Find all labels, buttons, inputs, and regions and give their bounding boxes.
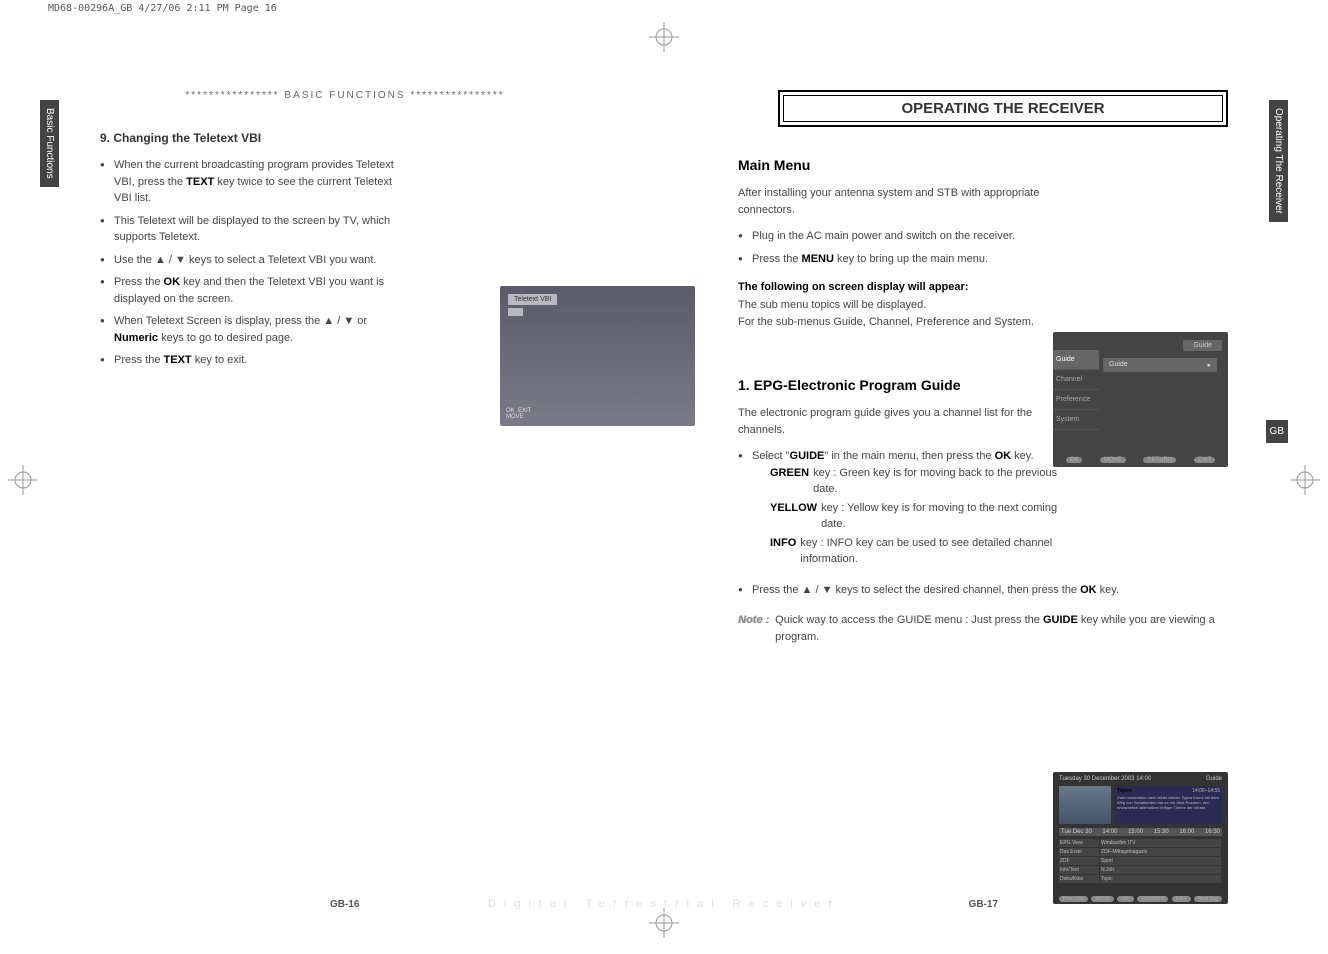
heading-epg: 1. EPG-Electronic Program Guide (738, 377, 1058, 393)
shot3-preview (1059, 786, 1111, 824)
note-line: Note : Quick way to access the GUIDE men… (738, 612, 1228, 645)
heading-teletext: 9. Changing the Teletext VBI (100, 131, 400, 145)
list-item: Press the ▲ / ▼ keys to select the desir… (738, 582, 1228, 599)
registration-mark-icon (8, 465, 38, 495)
after-text: The sub menu topics will be displayed. F… (738, 297, 1058, 330)
time-label: 16:00 (1179, 829, 1194, 835)
key-descriptions: GREEN key : Green key is for moving back… (770, 465, 1058, 568)
key-item: GREEN key : Green key is for moving back… (770, 465, 1058, 498)
shot3-title: Guide (1206, 776, 1222, 782)
grid-row: Doku/KikaTopic (1059, 875, 1222, 883)
title-text: OPERATING THE RECEIVER (901, 100, 1104, 117)
key-item: YELLOW key : Yellow key is for moving to… (770, 500, 1058, 533)
prog-title: Tigers (1117, 788, 1132, 795)
screenshot-teletext: Teletext VBI OK EXIT MOVE (500, 286, 695, 426)
time-label: 14:00 (1102, 829, 1117, 835)
channel-cell: Doku/Kika (1059, 875, 1099, 883)
shot3-info: Tigers 14:00–14:55 Zwei moderation nach … (1115, 786, 1222, 824)
list-item: Press the MENU key to bring up the main … (738, 251, 1058, 268)
list-item: When Teletext Screen is display, press t… (100, 313, 400, 346)
bot-button: Info (1117, 896, 1133, 902)
footer-brand: Digital Terrestrial Receiver (488, 898, 840, 910)
page-num-right: GB-17 (969, 899, 998, 910)
screenshot-epg: Tuesday 30 December 2003 14:00 Guide Tig… (1053, 772, 1228, 904)
epg-bullets-2: Press the ▲ / ▼ keys to select the desir… (738, 582, 1228, 599)
list-item: Press the TEXT key to exit. (100, 352, 400, 369)
shot2-topbar: Guide (1183, 340, 1222, 351)
grid-row: Das ErsteZDF-Mittagsmagazin (1059, 848, 1222, 856)
section-header: **************** BASIC FUNCTIONS *******… (100, 90, 590, 101)
program-cell: Windsurfen ITV (1100, 839, 1221, 847)
shot-banner: Teletext VBI (508, 294, 557, 305)
bot-button: MOVE (1091, 896, 1114, 902)
prog-time: 14:00–14:55 (1192, 788, 1220, 795)
registration-mark-icon (649, 22, 679, 52)
program-cell: Topic (1100, 875, 1221, 883)
intro-epg: The electronic program guide gives you a… (738, 405, 1058, 438)
next-day: Next Day (1194, 896, 1223, 902)
registration-mark-icon (649, 908, 679, 938)
side-tab-right: Operating The Receiver (1269, 100, 1288, 222)
page-num-left: GB-16 (330, 899, 359, 910)
shot3-botbar: Prev. DayMOVEInfo TV/RADIOEXITNext Day (1057, 896, 1224, 902)
bold-line: The following on screen display will app… (738, 281, 1058, 293)
heading-main-menu: Main Menu (738, 157, 1058, 173)
chevron-right-icon: ▸ (1207, 361, 1211, 369)
channel-cell: Info/Text (1059, 866, 1099, 874)
prog-desc: Zwei moderation nach leider wieder Tiger… (1117, 795, 1220, 811)
shot-footer: OK EXIT MOVE (506, 408, 531, 420)
left-page: **************** BASIC FUNCTIONS *******… (60, 70, 630, 900)
epg-bullets: Select "GUIDE" in the main menu, then pr… (738, 448, 1058, 568)
title-box: OPERATING THE RECEIVER (778, 90, 1228, 127)
list-item: Use the ▲ / ▼ keys to select a Teletext … (100, 252, 400, 269)
channel-cell: EPG View (1059, 839, 1099, 847)
teletext-bullets: When the current broadcasting program pr… (100, 157, 400, 369)
shot-subbanner (508, 308, 523, 316)
shot3-date: Tuesday 30 December 2003 14:00 (1059, 776, 1151, 782)
program-cell: ZDF-Mittagsmagazin (1100, 848, 1221, 856)
shot3-grid: EPG ViewWindsurfen ITVDas ErsteZDF-Mitta… (1059, 839, 1222, 890)
list-item: Select "GUIDE" in the main menu, then pr… (738, 448, 1058, 568)
bot-button: TV/RADIO (1137, 896, 1169, 902)
key-item: INFO key : INFO key can be used to see d… (770, 535, 1058, 568)
grid-row: ZDFSport (1059, 857, 1222, 865)
list-item: This Teletext will be displayed to the s… (100, 213, 400, 246)
side-tab-left: Basic Functions (40, 100, 59, 187)
program-cell: N.Joh (1100, 866, 1221, 874)
list-item: When the current broadcasting program pr… (100, 157, 400, 207)
list-item: Press the OK key and then the Teletext V… (100, 274, 400, 307)
shot3-daterow: Tue Dec 30 14:00 15:00 15:30 16:00 16:30 (1059, 828, 1222, 836)
registration-mark-icon (1290, 465, 1320, 495)
shot2-row-label: Guide (1109, 361, 1128, 369)
grid-row: EPG ViewWindsurfen ITV (1059, 839, 1222, 847)
time-label: 15:00 (1128, 829, 1143, 835)
shot2-row: Guide ▸ (1103, 358, 1217, 372)
channel-cell: ZDF (1059, 857, 1099, 865)
channel-cell: Das Erste (1059, 848, 1099, 856)
right-page: OPERATING THE RECEIVER Main Menu After i… (698, 70, 1268, 900)
list-item: Plug in the AC main power and switch on … (738, 228, 1058, 245)
intro-main-menu: After installing your antenna system and… (738, 185, 1058, 218)
note-label: Note : (738, 612, 769, 645)
bullet-text: Select "GUIDE" in the main menu, then pr… (752, 450, 1034, 462)
spread: Basic Functions Operating The Receiver G… (0, 30, 1328, 930)
note-text: Quick way to access the GUIDE menu : Jus… (775, 612, 1228, 645)
time-label: 16:30 (1205, 829, 1220, 835)
gb-tab: GB (1266, 420, 1288, 443)
bot-button: EXIT (1172, 896, 1191, 902)
date-label: Tue Dec 30 (1061, 829, 1092, 835)
main-menu-bullets: Plug in the AC main power and switch on … (738, 228, 1058, 267)
pdf-header: MD68-00296A_GB 4/27/06 2:11 PM Page 16 (48, 3, 277, 14)
time-label: 15:30 (1154, 829, 1169, 835)
nav-item: Guide (1053, 350, 1099, 370)
grid-row: Info/TextN.Joh (1059, 866, 1222, 874)
prev-day: Prev. Day (1059, 896, 1089, 902)
program-cell: Sport (1100, 857, 1221, 865)
